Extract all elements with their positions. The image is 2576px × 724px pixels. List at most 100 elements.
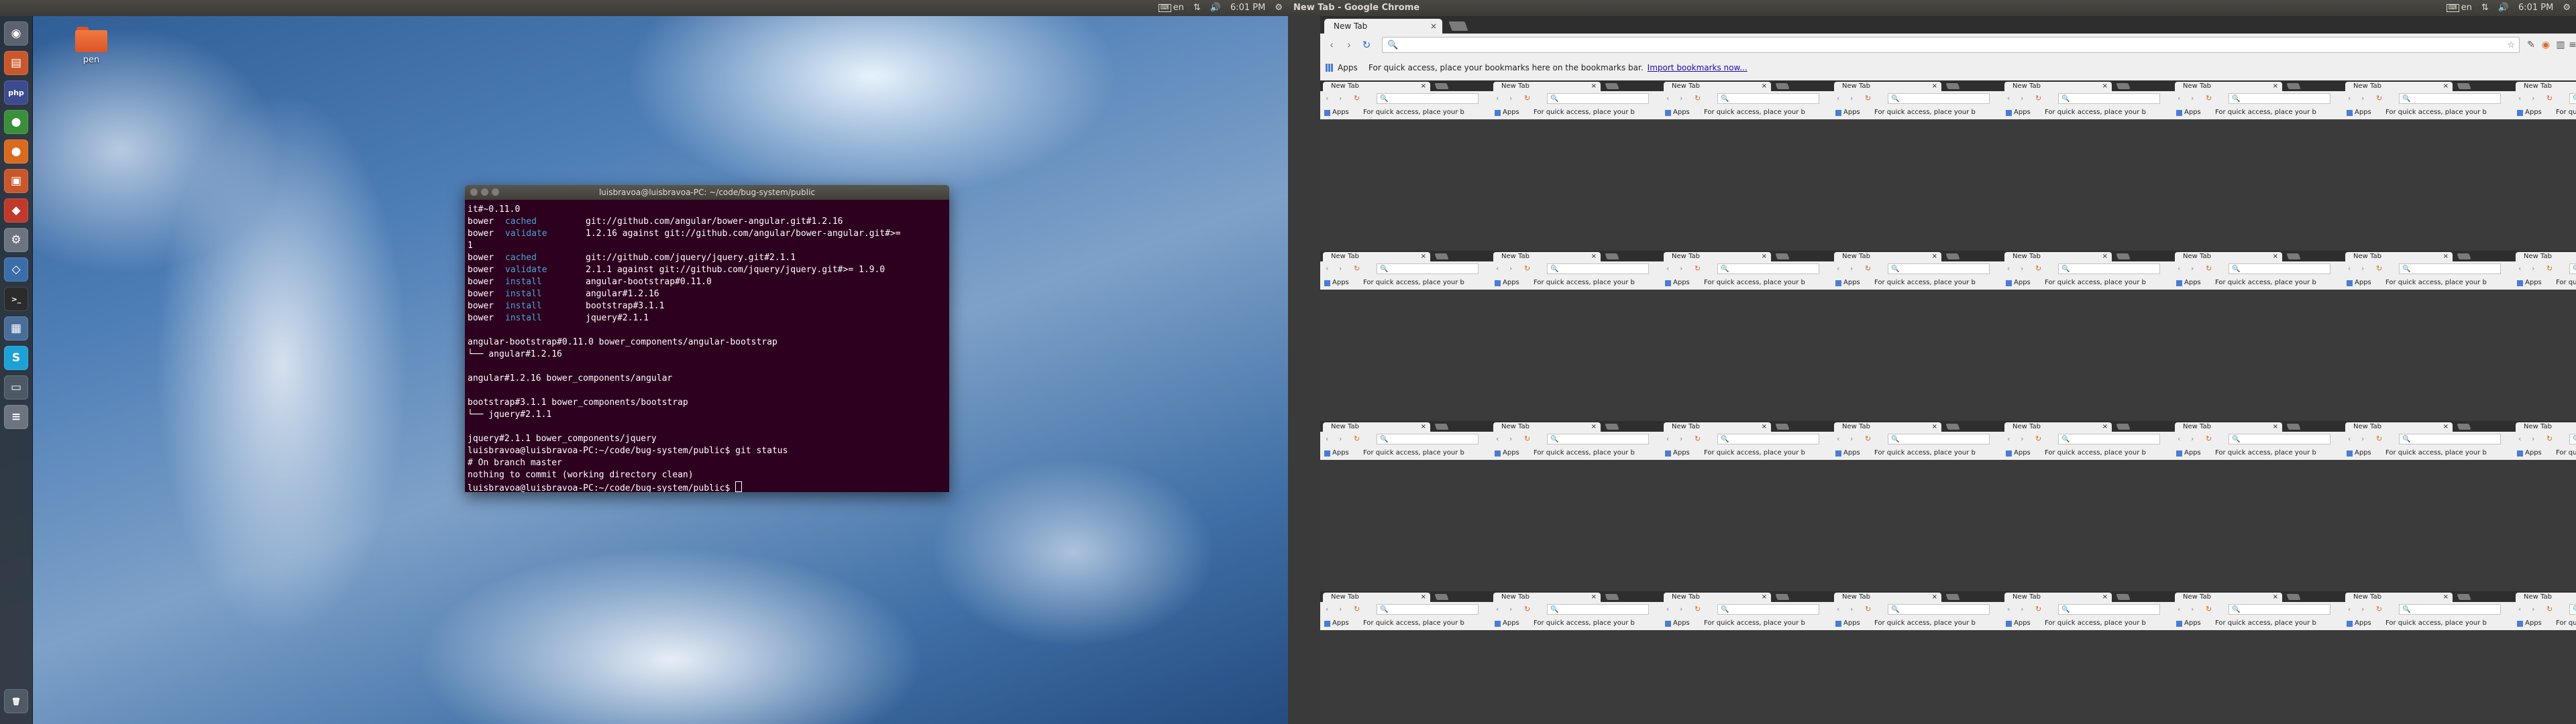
- new-tab-button[interactable]: [2116, 594, 2131, 600]
- mini-omnibox[interactable]: 🔍: [1717, 604, 1819, 615]
- apps-icon[interactable]: [2006, 110, 2012, 116]
- back-icon[interactable]: ‹: [2007, 264, 2010, 273]
- mini-omnibox[interactable]: 🔍: [2058, 604, 2160, 615]
- chrome-mini-window[interactable]: New Tab × ‹ › ↻ 🔍 Apps For quick access, place …: [1661, 80, 1832, 119]
- chrome-mini-window[interactable]: New Tab × ‹ › ↻ 🔍 Apps For quick access, place …: [2343, 421, 2514, 460]
- forward-icon[interactable]: ›: [2191, 94, 2194, 103]
- close-tab-icon[interactable]: ×: [2273, 252, 2278, 261]
- mini-tab[interactable]: New Tab×: [2175, 82, 2282, 91]
- back-icon[interactable]: ‹: [1837, 605, 1839, 613]
- mini-tab[interactable]: New Tab×: [1493, 593, 1601, 602]
- mini-tab[interactable]: New Tab×: [2175, 422, 2282, 432]
- back-icon[interactable]: ‹: [1326, 434, 1328, 443]
- session-gear-icon[interactable]: ⚙: [2563, 0, 2571, 16]
- php-app-icon[interactable]: php: [4, 80, 28, 105]
- close-tab-icon[interactable]: ×: [1421, 593, 1426, 602]
- forward-icon[interactable]: ›: [2191, 264, 2194, 273]
- mini-tab[interactable]: New Tab×: [2516, 422, 2576, 432]
- mini-tab[interactable]: New Tab×: [1834, 593, 1941, 602]
- back-icon[interactable]: ‹: [2518, 264, 2521, 273]
- back-icon[interactable]: ‹: [1666, 264, 1669, 273]
- mini-omnibox[interactable]: 🔍: [1377, 604, 1479, 615]
- reload-icon[interactable]: ↻: [1695, 434, 1701, 443]
- chrome-mini-window[interactable]: New Tab × ‹ › ↻ 🔍 Apps For quick access, place …: [1491, 80, 1662, 119]
- mini-tab[interactable]: New Tab×: [2345, 422, 2453, 432]
- new-tab-button[interactable]: [1945, 253, 1960, 259]
- forward-icon[interactable]: ›: [2021, 264, 2023, 273]
- drive-icon[interactable]: ≡: [4, 405, 28, 429]
- extension-orange-icon[interactable]: ◉: [2540, 39, 2552, 51]
- reload-icon[interactable]: ↻: [2035, 264, 2041, 273]
- forward-icon[interactable]: ›: [1850, 605, 1853, 613]
- chrome-mini-window[interactable]: New Tab × ‹ › ↻ 🔍 Apps For quick access, place …: [2002, 251, 2173, 290]
- back-icon[interactable]: ‹: [2518, 434, 2521, 443]
- apps-icon[interactable]: [2347, 110, 2353, 116]
- chrome-mini-window[interactable]: New Tab × ‹ › ↻ 🔍 Apps For quick access, place …: [2172, 591, 2343, 630]
- mini-omnibox[interactable]: 🔍: [2058, 93, 2160, 104]
- close-tab-icon[interactable]: ×: [1762, 252, 1767, 261]
- reload-icon[interactable]: ↻: [2035, 605, 2041, 613]
- chrome-mini-window[interactable]: New Tab × ‹ › ↻ 🔍 Apps For quick access, place …: [2343, 251, 2514, 290]
- back-icon[interactable]: ‹: [2178, 264, 2180, 273]
- forward-icon[interactable]: ›: [1509, 264, 1512, 273]
- mini-tab[interactable]: New Tab×: [2004, 422, 2112, 432]
- back-icon[interactable]: ‹: [1666, 94, 1669, 103]
- close-tab-icon[interactable]: ×: [1591, 593, 1597, 602]
- chrome-mini-window[interactable]: New Tab × ‹ › ↻ 🔍 Apps For quick access, place …: [1661, 421, 1832, 460]
- reload-icon[interactable]: ↻: [1695, 605, 1701, 613]
- mini-tab[interactable]: New Tab×: [1834, 82, 1941, 91]
- chrome-mini-window[interactable]: New Tab × ‹ › ↻ 🔍 Apps For quick access, place …: [2002, 591, 2173, 630]
- back-icon[interactable]: ‹: [2348, 94, 2351, 103]
- new-tab-button[interactable]: [1434, 83, 1449, 89]
- apps-shortcut[interactable]: Apps: [1332, 276, 1349, 290]
- apps-shortcut[interactable]: Apps: [1673, 276, 1690, 290]
- apps-shortcut[interactable]: Apps: [1843, 106, 1860, 119]
- apps-icon[interactable]: [1324, 280, 1330, 286]
- close-tab-icon[interactable]: ×: [1762, 82, 1767, 91]
- mini-tab[interactable]: New Tab×: [1323, 252, 1430, 261]
- mini-omnibox[interactable]: 🔍: [2399, 434, 2501, 444]
- mini-tab[interactable]: New Tab×: [1834, 252, 1941, 261]
- apps-icon[interactable]: [1835, 280, 1841, 286]
- mini-omnibox[interactable]: 🔍: [2399, 93, 2501, 104]
- apps-shortcut[interactable]: Apps: [1338, 56, 1358, 79]
- apps-shortcut[interactable]: Apps: [1503, 446, 1519, 460]
- close-window-icon[interactable]: [470, 188, 478, 196]
- new-tab-button[interactable]: [1434, 253, 1449, 259]
- forward-icon[interactable]: ›: [2361, 434, 2364, 443]
- close-tab-icon[interactable]: ×: [2102, 422, 2108, 432]
- new-tab-button[interactable]: [2457, 253, 2471, 259]
- close-tab-icon[interactable]: ×: [1591, 82, 1597, 91]
- mini-omnibox[interactable]: 🔍: [2058, 434, 2160, 444]
- new-tab-button[interactable]: [2116, 424, 2131, 430]
- mini-tab[interactable]: New Tab×: [2345, 593, 2453, 602]
- chrome-mini-window[interactable]: New Tab × ‹ › ↻ 🔍 Apps For quick access, place …: [1320, 80, 1491, 119]
- reload-icon[interactable]: ↻: [2035, 94, 2041, 103]
- close-tab-icon[interactable]: ×: [1932, 593, 1937, 602]
- reload-icon[interactable]: ↻: [2546, 94, 2553, 103]
- apps-shortcut[interactable]: Apps: [2184, 446, 2201, 460]
- close-tab-icon[interactable]: ×: [1591, 422, 1597, 432]
- chrome-mini-window[interactable]: New Tab × ‹ › ↻ 🔍 Apps For quick access, place …: [1320, 591, 1491, 630]
- apps-icon[interactable]: [2006, 450, 2012, 457]
- network-icon[interactable]: ⇅: [1193, 0, 1201, 16]
- chrome-mini-window[interactable]: New Tab × ‹ › ↻ 🔍 Apps For quick access, place …: [2172, 80, 2343, 119]
- skype-icon[interactable]: S: [4, 346, 28, 370]
- back-icon[interactable]: ‹: [2178, 94, 2180, 103]
- forward-icon[interactable]: ›: [2532, 264, 2534, 273]
- mini-omnibox[interactable]: 🔍: [1547, 263, 1649, 274]
- forward-icon[interactable]: ›: [2021, 94, 2023, 103]
- back-icon[interactable]: ‹: [1666, 434, 1669, 443]
- mini-omnibox[interactable]: 🔍: [2569, 434, 2576, 444]
- terminal-titlebar[interactable]: luisbravoa@luisbravoa-PC: ~/code/bug-sys…: [465, 185, 949, 200]
- apps-icon[interactable]: [1495, 450, 1501, 457]
- reload-icon[interactable]: ↻: [2206, 434, 2212, 443]
- apps-icon[interactable]: [1665, 621, 1671, 627]
- mini-omnibox[interactable]: 🔍: [2229, 263, 2330, 274]
- new-tab-button[interactable]: [2116, 83, 2131, 89]
- back-icon[interactable]: ‹: [2518, 94, 2521, 103]
- mini-tab[interactable]: New Tab×: [1323, 82, 1430, 91]
- volume-icon[interactable]: 🔊: [1210, 0, 1221, 16]
- apps-icon[interactable]: [1495, 110, 1501, 116]
- new-tab-button[interactable]: [1605, 253, 1619, 259]
